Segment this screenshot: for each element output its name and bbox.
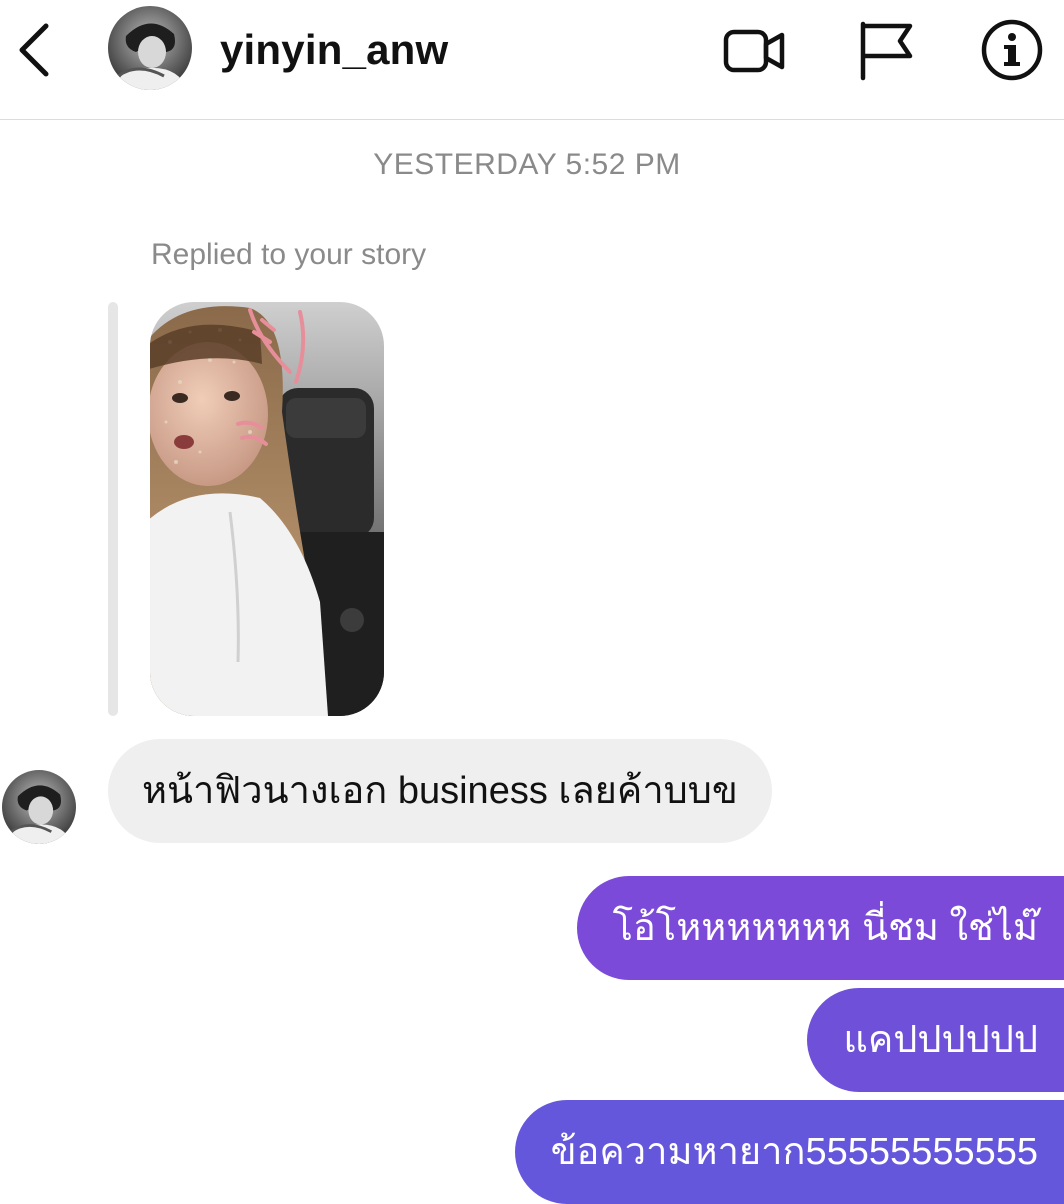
chevron-left-icon xyxy=(19,23,49,77)
video-camera-icon xyxy=(723,29,785,73)
back-button[interactable] xyxy=(12,20,56,80)
report-button[interactable] xyxy=(850,14,922,86)
outgoing-message-bubble[interactable]: โอ้โหหหหหหห นี่ชม ใช่ไม๊ xyxy=(576,876,1064,980)
story-thumbnail[interactable] xyxy=(150,302,384,716)
reply-quote-bar xyxy=(108,302,118,716)
flag-icon xyxy=(860,21,913,81)
message-timestamp: YESTERDAY 5:52 PM xyxy=(373,148,681,181)
sender-avatar[interactable] xyxy=(2,770,76,844)
outgoing-message-bubble[interactable]: ข้อความหายาก55555555555 xyxy=(514,1100,1064,1204)
outgoing-message-bubble[interactable]: แคปปปปปป xyxy=(807,988,1064,1092)
story-reply-label: Replied to your story xyxy=(151,238,427,271)
video-call-button[interactable] xyxy=(718,14,790,86)
incoming-message-bubble[interactable]: หน้าฟิวนางเอก business เลยค้าบบข xyxy=(108,739,772,843)
chat-username[interactable]: yinyin_anw xyxy=(220,26,448,74)
info-button[interactable] xyxy=(976,14,1048,86)
info-icon xyxy=(981,19,1043,81)
chat-header: yinyin_anw xyxy=(0,0,1064,120)
header-avatar[interactable] xyxy=(108,6,192,90)
